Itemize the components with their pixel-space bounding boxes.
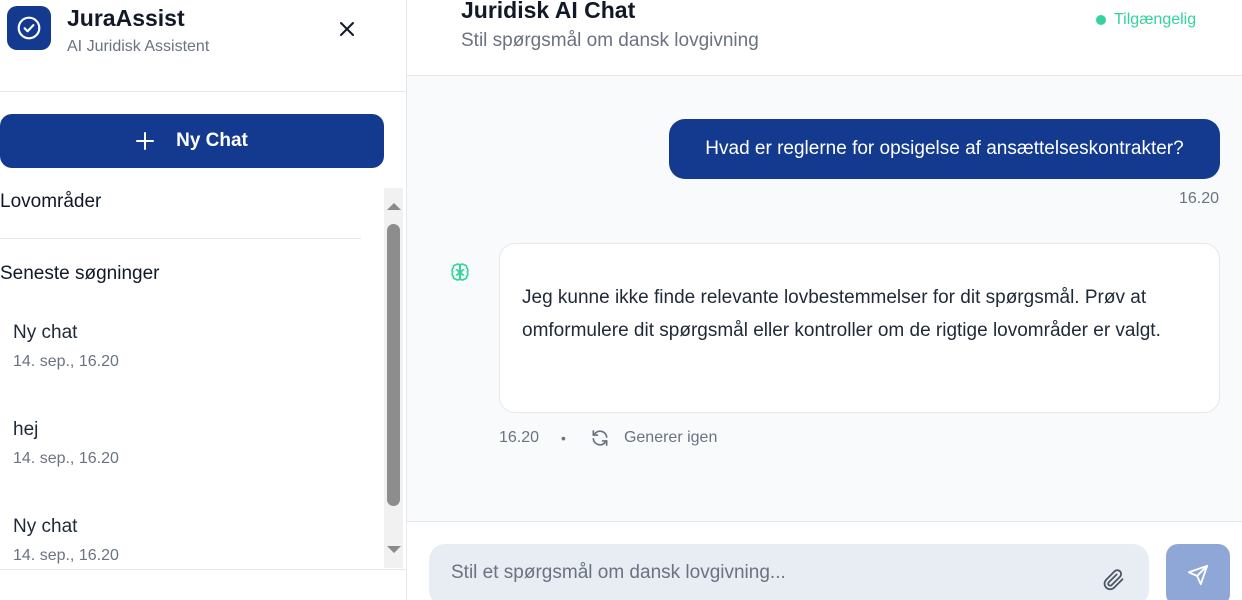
page-title: Juridisk AI Chat <box>461 0 636 23</box>
plus-icon <box>136 132 155 150</box>
law-areas-heading[interactable]: Lovområder <box>0 191 101 213</box>
brand-title: JuraAssist <box>67 5 185 31</box>
recent-chat-title: hej <box>13 419 39 440</box>
recent-chat-date: 14. sep., 16.20 <box>13 547 119 564</box>
message-composer <box>407 521 1242 600</box>
recent-chat-title: Ny chat <box>13 322 78 343</box>
recent-searches-heading: Seneste søgninger <box>0 263 160 284</box>
new-chat-label: Ny Chat <box>176 130 248 151</box>
assistant-message-time: 16.20 <box>499 429 540 446</box>
scroll-up-arrow-icon[interactable] <box>387 203 401 210</box>
sidebar-scroll-area[interactable]: Lovområder Seneste søgninger Ny chat 14.… <box>0 188 402 568</box>
send-icon <box>1187 564 1209 586</box>
chat-header: Juridisk AI Chat Stil spørgsmål om dansk… <box>407 0 1242 76</box>
check-circle-icon <box>17 16 41 40</box>
user-message-time: 16.20 <box>1179 190 1220 207</box>
assistant-message-bubble: Jeg kunne ikke finde relevante lovbestem… <box>499 243 1220 413</box>
brand-subtitle: AI Juridisk Assistent <box>67 38 210 55</box>
refresh-icon <box>592 430 608 446</box>
user-message-text: Hvad er reglerne for opsigelse af ansætt… <box>705 138 1184 159</box>
close-icon <box>340 22 354 36</box>
brand-logo <box>7 6 51 50</box>
user-message-bubble: Hvad er reglerne for opsigelse af ansætt… <box>669 119 1220 179</box>
status-indicator: Tilgængelig <box>1096 11 1196 29</box>
chat-main: Juridisk AI Chat Stil spørgsmål om dansk… <box>407 0 1242 600</box>
status-text: Tilgængelig <box>1114 11 1197 28</box>
divider <box>0 569 406 570</box>
divider <box>0 238 361 239</box>
new-chat-button[interactable]: Ny Chat <box>0 114 384 168</box>
sidebar: JuraAssist AI Juridisk Assistent Ny Chat… <box>0 0 407 600</box>
recent-chat-date: 14. sep., 16.20 <box>13 353 119 370</box>
assistant-message-meta: 16.20 • Generer igen <box>499 428 717 448</box>
brain-icon <box>451 263 469 281</box>
recent-chat-item[interactable]: Ny chat 14. sep., 16.20 <box>13 516 343 565</box>
status-dot-icon <box>1096 15 1106 25</box>
close-sidebar-button[interactable] <box>333 15 361 43</box>
sidebar-scrollbar[interactable] <box>384 188 403 568</box>
page-subtitle: Stil spørgsmål om dansk lovgivning <box>461 30 759 51</box>
recent-chat-date: 14. sep., 16.20 <box>13 450 119 467</box>
recent-chat-title: Ny chat <box>13 516 78 537</box>
scroll-down-arrow-icon[interactable] <box>387 546 401 553</box>
assistant-message-text: Jeg kunne ikke finde relevante lovbestem… <box>522 287 1161 341</box>
message-input-container <box>429 544 1149 600</box>
message-input[interactable] <box>429 544 1089 600</box>
meta-separator: • <box>561 430 566 446</box>
regenerate-button[interactable]: Generer igen <box>590 428 717 448</box>
recent-chat-item[interactable]: Ny chat 14. sep., 16.20 <box>13 322 343 371</box>
regenerate-label: Generer igen <box>623 429 718 446</box>
send-button[interactable] <box>1166 544 1230 600</box>
recent-chat-item[interactable]: hej 14. sep., 16.20 <box>13 419 343 468</box>
brand-header: JuraAssist AI Juridisk Assistent <box>0 0 406 92</box>
scrollbar-thumb[interactable] <box>387 224 400 506</box>
paperclip-icon[interactable] <box>1102 568 1126 592</box>
